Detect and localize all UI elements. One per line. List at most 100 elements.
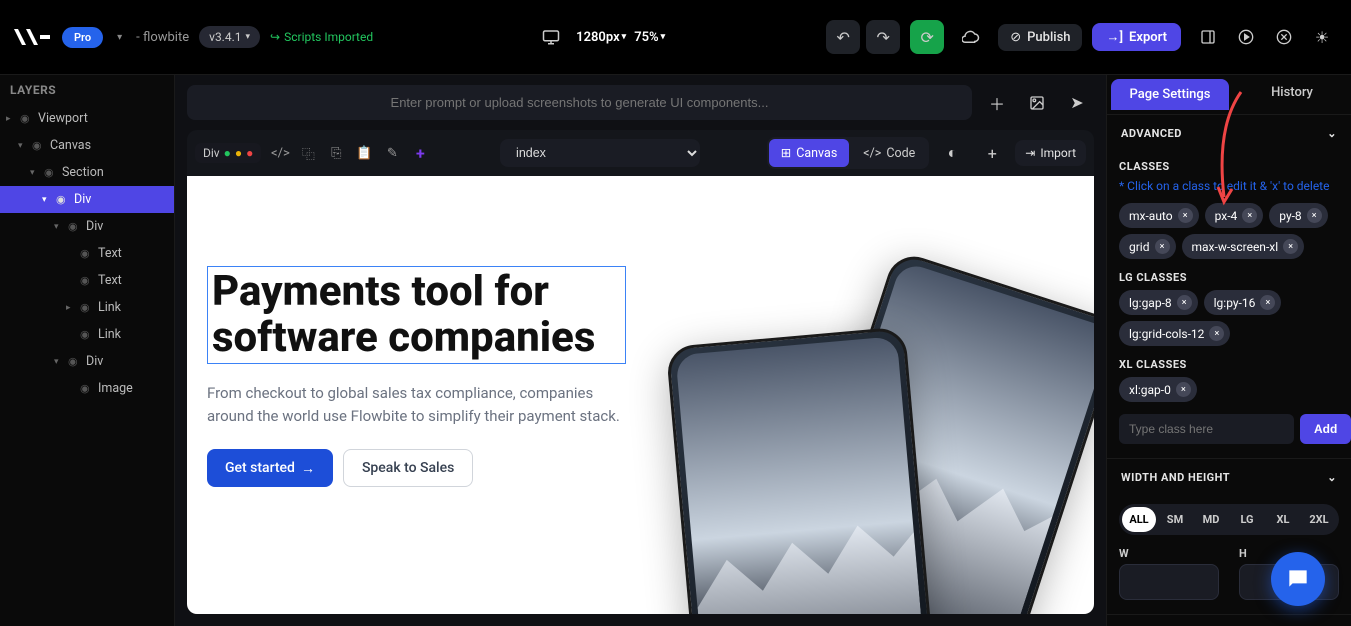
chat-fab[interactable]: [1271, 552, 1325, 606]
filename-select[interactable]: index: [500, 139, 700, 167]
tree-row-div[interactable]: ▾◉Div: [0, 348, 174, 375]
class-chip[interactable]: lg:grid-cols-12×: [1119, 321, 1230, 346]
image-icon[interactable]: [1020, 86, 1054, 120]
tab-canvas[interactable]: ⊞ Canvas: [769, 139, 850, 167]
tree-row-text[interactable]: ◉Text: [0, 267, 174, 294]
breakpoint-2xl[interactable]: 2XL: [1302, 507, 1336, 532]
remove-class-icon[interactable]: ×: [1209, 326, 1224, 341]
breakpoint-lg[interactable]: LG: [1230, 507, 1264, 532]
chevron-down-icon[interactable]: ▾: [113, 32, 126, 43]
prompt-row: ＋ ➤: [175, 75, 1106, 130]
advanced-header[interactable]: ADVANCED⌄: [1107, 115, 1351, 152]
tree-row-canvas[interactable]: ▾◉Canvas: [0, 132, 174, 159]
undo-icon[interactable]: ↶: [826, 20, 860, 54]
tab-history[interactable]: History: [1233, 75, 1351, 114]
undo-redo-group: ↶ ↷: [826, 20, 900, 54]
pro-badge[interactable]: Pro: [62, 27, 103, 48]
remove-class-icon[interactable]: ×: [1307, 208, 1322, 223]
play-icon[interactable]: [1229, 20, 1263, 54]
tree-row-image[interactable]: ◉Image: [0, 375, 174, 402]
tree-row-section[interactable]: ▾◉Section: [0, 159, 174, 186]
edit-icon[interactable]: ✎: [379, 140, 405, 166]
code-icon[interactable]: </>: [267, 140, 293, 166]
top-bar: Pro ▾ - flowbite v3.4.1▾ ↪ Scripts Impor…: [0, 0, 1351, 75]
canvas-column: ＋ ➤ Div●●● </> ⿻ ⎘ 📋 ✎ + index ⊞ Canvas …: [175, 75, 1106, 626]
add-class-button[interactable]: Add: [1300, 414, 1351, 444]
breakpoint-md[interactable]: MD: [1194, 507, 1228, 532]
get-started-button[interactable]: Get started →: [207, 449, 333, 487]
layers-tree: ▸◉Viewport▾◉Canvas▾◉Section▾◉Div▾◉Div◉Te…: [0, 105, 174, 626]
duplicate-icon[interactable]: ⿻: [295, 140, 321, 166]
element-badge[interactable]: Div●●●: [195, 143, 261, 163]
remove-class-icon[interactable]: ×: [1260, 295, 1275, 310]
w-label: W: [1119, 547, 1219, 560]
hero-left: Payments tool for software companies Fro…: [207, 266, 626, 596]
publish-button[interactable]: ⊘Publish: [998, 24, 1082, 51]
add-icon[interactable]: ＋: [980, 86, 1014, 120]
tree-row-link[interactable]: ◉Link: [0, 321, 174, 348]
add-element-icon[interactable]: +: [407, 140, 433, 166]
redo-icon[interactable]: ↷: [866, 20, 900, 54]
remove-class-icon[interactable]: ×: [1178, 208, 1193, 223]
plus-icon[interactable]: +: [975, 136, 1009, 170]
lg-classes-chips: lg:gap-8×lg:py-16× lg:grid-cols-12×: [1119, 290, 1339, 346]
export-button[interactable]: →]Export: [1092, 23, 1181, 51]
selected-element-outline[interactable]: Payments tool for software companies: [207, 266, 626, 364]
cloud-icon[interactable]: [954, 20, 988, 54]
paste-icon[interactable]: 📋: [351, 140, 377, 166]
phone-mockup-2: Samsung Galaxy S21: [666, 326, 943, 614]
logo[interactable]: [12, 25, 52, 49]
xl-classes-chips: xl:gap-0×: [1119, 377, 1339, 402]
class-chip[interactable]: lg:py-16×: [1204, 290, 1282, 315]
class-chip[interactable]: mx-auto×: [1119, 203, 1199, 228]
import-button[interactable]: ⇥ Import: [1015, 140, 1086, 166]
tree-row-div[interactable]: ▾◉Div: [0, 213, 174, 240]
canvas-frame[interactable]: Payments tool for software companies Fro…: [187, 176, 1094, 614]
tab-code[interactable]: </> Code: [851, 139, 927, 167]
class-chip[interactable]: py-8×: [1269, 203, 1327, 228]
prompt-input[interactable]: [187, 85, 972, 120]
send-icon[interactable]: ➤: [1060, 86, 1094, 120]
class-chip[interactable]: grid×: [1119, 234, 1176, 259]
remove-class-icon[interactable]: ×: [1176, 382, 1191, 397]
tree-row-link[interactable]: ▸◉Link: [0, 294, 174, 321]
tree-row-text[interactable]: ◉Text: [0, 240, 174, 267]
hero-image: Samsung Galaxy S21 Samsung Galaxy S21: [656, 266, 1075, 596]
breakpoint-pills: ALLSMMDLGXL2XL: [1119, 504, 1339, 535]
remove-class-icon[interactable]: ×: [1242, 208, 1257, 223]
wh-header[interactable]: WIDTH AND HEIGHT⌄: [1107, 459, 1351, 496]
class-chip[interactable]: px-4×: [1205, 203, 1264, 228]
class-chip[interactable]: xl:gap-0×: [1119, 377, 1197, 402]
close-icon[interactable]: [1267, 20, 1301, 54]
zoom-level[interactable]: 75% ▾: [634, 30, 665, 45]
breakpoint-all[interactable]: ALL: [1122, 507, 1156, 532]
version-pill[interactable]: v3.4.1▾: [199, 26, 260, 48]
canvas-toolbar: Div●●● </> ⿻ ⎘ 📋 ✎ + index ⊞ Canvas </> …: [187, 130, 1094, 176]
class-chip[interactable]: max-w-screen-xl×: [1182, 234, 1305, 259]
section-advanced: ADVANCED⌄ CLASSES * Click on a class to …: [1107, 115, 1351, 459]
hero-buttons: Get started → Speak to Sales: [207, 449, 626, 487]
sync-icon[interactable]: ⟳: [910, 20, 944, 54]
remove-class-icon[interactable]: ×: [1155, 239, 1170, 254]
viewport-width[interactable]: 1280px ▾: [576, 30, 626, 45]
class-input[interactable]: [1119, 414, 1294, 444]
classes-chips: mx-auto×px-4×py-8× grid×max-w-screen-xl×: [1119, 203, 1339, 259]
tree-row-div[interactable]: ▾◉Div: [0, 186, 174, 213]
tree-row-viewport[interactable]: ▸◉Viewport: [0, 105, 174, 132]
class-chip[interactable]: lg:gap-8×: [1119, 290, 1198, 315]
tab-page-settings[interactable]: Page Settings: [1111, 79, 1229, 110]
hero-title: Payments tool for software companies: [212, 269, 621, 361]
xl-classes-label: XL CLASSES: [1119, 358, 1339, 371]
width-input[interactable]: [1119, 564, 1219, 600]
panel-icon[interactable]: [1191, 20, 1225, 54]
desktop-icon[interactable]: [534, 20, 568, 54]
speak-sales-button[interactable]: Speak to Sales: [343, 449, 473, 487]
theme-icon[interactable]: ☀: [1305, 20, 1339, 54]
dark-mode-icon[interactable]: ◐: [935, 136, 969, 170]
breakpoint-xl[interactable]: XL: [1266, 507, 1300, 532]
remove-class-icon[interactable]: ×: [1283, 239, 1298, 254]
chevron-down-icon: ⌄: [1327, 471, 1337, 484]
copy-icon[interactable]: ⎘: [323, 140, 349, 166]
breakpoint-sm[interactable]: SM: [1158, 507, 1192, 532]
remove-class-icon[interactable]: ×: [1177, 295, 1192, 310]
